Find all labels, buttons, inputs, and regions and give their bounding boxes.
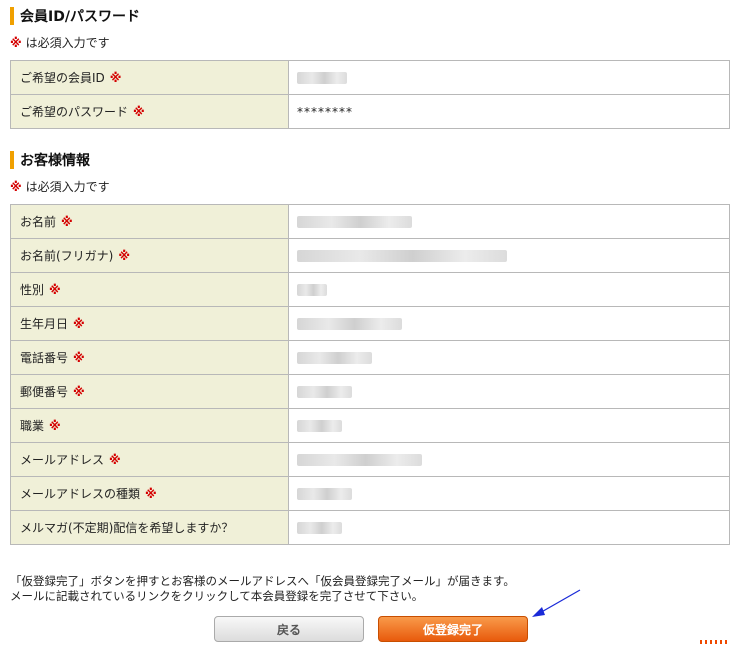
required-note-text: は必須入力です xyxy=(25,180,110,194)
form-label: お名前(フリガナ) ※ xyxy=(10,238,289,273)
label-text: 職業 xyxy=(20,419,45,433)
section-accent-bar xyxy=(10,151,14,169)
form-row-phone: 電話番号 ※ xyxy=(10,340,730,375)
message-line-1: 「仮登録完了」ボタンを押すとお客様のメールアドレスへ「仮会員登録完了メール」が届… xyxy=(10,574,515,588)
section-title-customer: お客様情報 xyxy=(10,150,90,170)
section-title-text: 会員ID/パスワード xyxy=(20,9,140,25)
email-field[interactable] xyxy=(288,442,730,477)
form-row-email-type: メールアドレスの種類 ※ xyxy=(10,476,730,511)
form-label: 生年月日 ※ xyxy=(10,306,289,341)
blurred-value xyxy=(297,488,352,500)
password-field[interactable]: ******** xyxy=(288,94,730,129)
form-row-gender: 性別 ※ xyxy=(10,272,730,307)
required-mark: ※ xyxy=(61,215,73,229)
birthdate-field[interactable] xyxy=(288,306,730,341)
form-label: メールアドレス ※ xyxy=(10,442,289,477)
blurred-value xyxy=(297,454,422,466)
required-mark: ※ xyxy=(133,105,145,119)
blurred-value xyxy=(297,522,342,534)
blurred-value xyxy=(297,284,327,296)
customer-form-table: お名前 ※ お名前(フリガナ) ※ 性別 ※ 生年月日 ※ 電話番号 ※ 郵便番号 ※ 職業… xyxy=(10,204,730,545)
label-text: 郵便番号 xyxy=(20,385,69,399)
phone-field[interactable] xyxy=(288,340,730,375)
pointer-arrow-icon xyxy=(532,589,581,617)
blurred-value xyxy=(297,420,342,432)
blurred-value xyxy=(297,216,412,228)
label-text: メルマガ(不定期)配信を希望しますか？ xyxy=(20,521,234,535)
label-text: メールアドレスの種類 xyxy=(20,487,141,501)
message-line-2: メールに記載されているリンクをクリックして本会員登録を完了させて下さい。 xyxy=(10,589,424,603)
required-mark: ※ xyxy=(118,249,131,263)
blurred-value xyxy=(297,318,402,330)
required-mark: ※ xyxy=(49,283,61,297)
label-text: メールアドレス xyxy=(20,453,105,467)
required-note-text: は必須入力です xyxy=(25,36,110,50)
blurred-value xyxy=(297,72,347,84)
account-form-table: ご希望の会員ID ※ ご希望のパスワード ※ ******** xyxy=(10,60,730,129)
form-row-occupation: 職業 ※ xyxy=(10,408,730,443)
label-text: ご希望の会員ID xyxy=(20,71,105,85)
form-row-password: ご希望のパスワード ※ ******** xyxy=(10,94,730,129)
name-field[interactable] xyxy=(288,204,730,239)
label-text: お名前(フリガナ) xyxy=(20,249,114,263)
gender-field[interactable] xyxy=(288,272,730,307)
form-label: 性別 ※ xyxy=(10,272,289,307)
required-note: ※ は必須入力です xyxy=(10,178,110,195)
required-mark: ※ xyxy=(10,36,22,50)
form-label: 郵便番号 ※ xyxy=(10,374,289,409)
blurred-value xyxy=(297,250,507,262)
member-id-field[interactable] xyxy=(288,60,730,95)
newsletter-field[interactable] xyxy=(288,510,730,545)
back-button[interactable]: 戻る xyxy=(214,616,364,642)
confirmation-message: 「仮登録完了」ボタンを押すとお客様のメールアドレスへ「仮会員登録完了メール」が届… xyxy=(10,574,515,604)
required-mark: ※ xyxy=(49,419,61,433)
form-label: メルマガ(不定期)配信を希望しますか？ xyxy=(10,510,289,545)
label-text: ご希望のパスワード xyxy=(20,105,129,119)
form-row-birthdate: 生年月日 ※ xyxy=(10,306,730,341)
postal-field[interactable] xyxy=(288,374,730,409)
form-label: お名前 ※ xyxy=(10,204,289,239)
required-mark: ※ xyxy=(73,385,85,399)
section-accent-bar xyxy=(10,7,14,25)
furigana-field[interactable] xyxy=(288,238,730,273)
occupation-field[interactable] xyxy=(288,408,730,443)
form-row-member-id: ご希望の会員ID ※ xyxy=(10,60,730,95)
password-value: ******** xyxy=(297,104,353,119)
provisional-register-button[interactable]: 仮登録完了 xyxy=(378,616,528,642)
form-row-postal: 郵便番号 ※ xyxy=(10,374,730,409)
blurred-value xyxy=(297,352,372,364)
required-mark: ※ xyxy=(73,317,85,331)
required-mark: ※ xyxy=(73,351,85,365)
required-mark: ※ xyxy=(109,71,122,85)
form-label: 電話番号 ※ xyxy=(10,340,289,375)
form-row-newsletter: メルマガ(不定期)配信を希望しますか？ xyxy=(10,510,730,545)
form-label: ご希望の会員ID ※ xyxy=(10,60,289,95)
form-row-furigana: お名前(フリガナ) ※ xyxy=(10,238,730,273)
email-type-field[interactable] xyxy=(288,476,730,511)
form-label: ご希望のパスワード ※ xyxy=(10,94,289,129)
form-row-name: お名前 ※ xyxy=(10,204,730,239)
section-title-account: 会員ID/パスワード xyxy=(10,6,140,26)
blurred-value xyxy=(297,386,352,398)
required-note: ※ は必須入力です xyxy=(10,34,110,51)
label-text: 性別 xyxy=(20,283,45,297)
form-row-email: メールアドレス ※ xyxy=(10,442,730,477)
section-title-text: お客様情報 xyxy=(20,153,90,169)
label-text: 電話番号 xyxy=(20,351,69,365)
label-text: 生年月日 xyxy=(20,317,69,331)
form-label: 職業 ※ xyxy=(10,408,289,443)
label-text: お名前 xyxy=(20,215,57,229)
form-label: メールアドレスの種類 ※ xyxy=(10,476,289,511)
decorative-dots xyxy=(700,640,728,644)
required-mark: ※ xyxy=(145,487,157,501)
required-mark: ※ xyxy=(10,180,22,194)
required-mark: ※ xyxy=(109,453,121,467)
